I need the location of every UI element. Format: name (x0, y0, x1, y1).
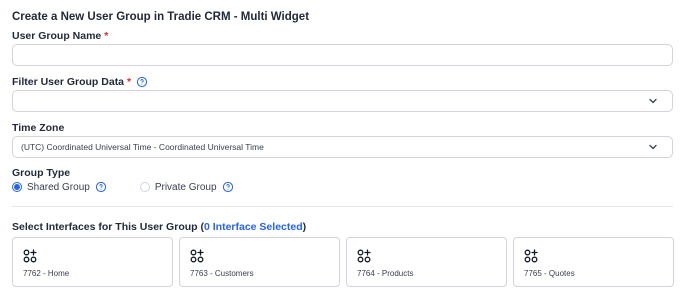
interface-card[interactable]: 7763 - Customers (179, 237, 340, 287)
interfaces-heading: Select Interfaces for This User Group (0… (12, 221, 306, 233)
required-marker: * (127, 76, 132, 88)
private-group-radio[interactable] (139, 182, 150, 192)
time-zone-value: (UTC) Coordinated Universal Time - Coord… (21, 142, 264, 152)
time-zone-label: Time Zone (12, 122, 64, 134)
interfaces-selected-count: 0 Interface Selected (203, 221, 303, 233)
interface-card[interactable]: 7765 - Quotes (513, 237, 674, 287)
apps-grid-icon (357, 249, 371, 263)
apps-grid-icon (190, 249, 204, 263)
private-group-option[interactable]: Private Group (139, 181, 234, 193)
interface-cards: 7762 - Home 7763 - Customers 7764 - Prod… (12, 237, 674, 287)
help-circle-icon[interactable] (222, 181, 234, 193)
time-zone-select[interactable]: (UTC) Coordinated Universal Time - Coord… (12, 136, 673, 158)
interfaces-heading-text: Select Interfaces for This User Group (12, 221, 198, 233)
interface-card-label: 7762 - Home (23, 269, 70, 278)
group-type-label: Group Type (12, 167, 70, 179)
time-zone-label-text: Time Zone (12, 122, 65, 134)
page-title: Create a New User Group in Tradie CRM - … (12, 11, 310, 23)
interface-card-label: 7765 - Quotes (524, 269, 575, 278)
filter-user-group-data-select[interactable] (12, 90, 673, 112)
chevron-down-icon (648, 96, 658, 106)
shared-group-label: Shared Group (27, 181, 90, 193)
group-type-radio-group: Shared Group Private Group (12, 181, 234, 193)
interface-card[interactable]: 7762 - Home (12, 237, 173, 287)
section-divider (12, 206, 673, 207)
shared-group-radio[interactable] (12, 182, 22, 192)
interface-card[interactable]: 7764 - Products (346, 237, 507, 287)
interface-card-label: 7763 - Customers (190, 269, 254, 278)
filter-label-text: Filter User Group Data (12, 76, 125, 88)
help-circle-icon[interactable] (136, 76, 148, 88)
private-group-label: Private Group (154, 181, 217, 193)
interface-card-label: 7764 - Products (357, 269, 414, 278)
user-group-name-label-text: User Group Name (12, 30, 102, 42)
user-group-name-label: User Group Name * (12, 30, 108, 42)
help-circle-icon[interactable] (95, 181, 107, 193)
required-marker: * (104, 30, 109, 42)
group-type-label-text: Group Type (12, 167, 71, 179)
chevron-down-icon (648, 142, 658, 152)
apps-grid-icon (524, 249, 538, 263)
user-group-name-input[interactable] (12, 44, 673, 66)
filter-user-group-data-label: Filter User Group Data * (12, 76, 148, 88)
close-paren: ) (302, 221, 307, 233)
apps-grid-icon (23, 249, 37, 263)
shared-group-option[interactable]: Shared Group (12, 181, 107, 193)
